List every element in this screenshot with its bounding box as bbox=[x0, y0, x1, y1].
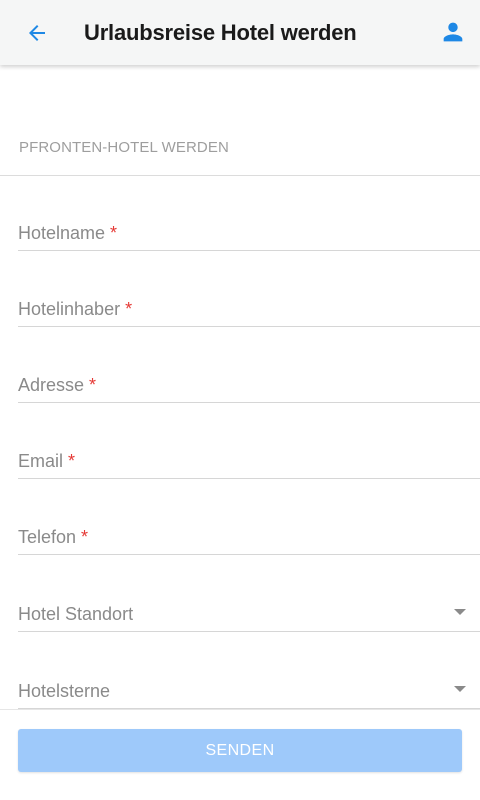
field-label: Hotelinhaber * bbox=[18, 299, 133, 319]
page-title: Urlaubsreise Hotel werden bbox=[84, 20, 357, 45]
required-marker: * bbox=[68, 451, 76, 471]
field-underline bbox=[18, 478, 480, 479]
field-label: Hotel Standort bbox=[18, 604, 134, 624]
arrow-left-icon bbox=[29, 25, 45, 41]
field-underline bbox=[18, 326, 480, 327]
field-label: Telefon * bbox=[18, 527, 89, 547]
field-label: Email * bbox=[18, 451, 76, 471]
caret-down-icon bbox=[454, 686, 466, 692]
required-marker: * bbox=[89, 375, 97, 395]
hotelinhaber-field[interactable]: Hotelinhaber * bbox=[18, 279, 480, 327]
submit-button[interactable]: SENDEN bbox=[18, 729, 462, 772]
back-button[interactable] bbox=[22, 18, 52, 48]
required-marker: * bbox=[81, 527, 89, 547]
person-icon bbox=[443, 22, 463, 42]
email-field[interactable]: Email * bbox=[18, 431, 480, 479]
section-heading: PFRONTEN-HOTEL WERDEN bbox=[19, 139, 229, 156]
hotelsterne-select[interactable]: Hotelsterne bbox=[18, 661, 480, 709]
required-marker: * bbox=[110, 223, 118, 243]
field-label: Adresse * bbox=[18, 375, 97, 395]
required-marker: * bbox=[125, 299, 133, 319]
section-divider bbox=[0, 175, 480, 176]
caret-down-icon bbox=[454, 609, 466, 615]
field-label: Hotelsterne bbox=[18, 681, 111, 701]
app-screen: Urlaubsreise Hotel werden PFRONTEN-HOTEL… bbox=[0, 0, 480, 800]
footer-divider bbox=[0, 709, 480, 710]
adresse-field[interactable]: Adresse * bbox=[18, 355, 480, 403]
field-underline bbox=[18, 250, 480, 251]
field-underline bbox=[18, 631, 480, 632]
hotelname-field[interactable]: Hotelname * bbox=[18, 203, 480, 251]
field-underline bbox=[18, 554, 480, 555]
telefon-field[interactable]: Telefon * bbox=[18, 507, 480, 555]
field-label: Hotelname * bbox=[18, 223, 118, 243]
field-underline bbox=[18, 402, 480, 403]
app-bar: Urlaubsreise Hotel werden bbox=[0, 0, 480, 65]
hotel-standort-select[interactable]: Hotel Standort bbox=[18, 584, 480, 632]
profile-button[interactable] bbox=[438, 17, 468, 47]
